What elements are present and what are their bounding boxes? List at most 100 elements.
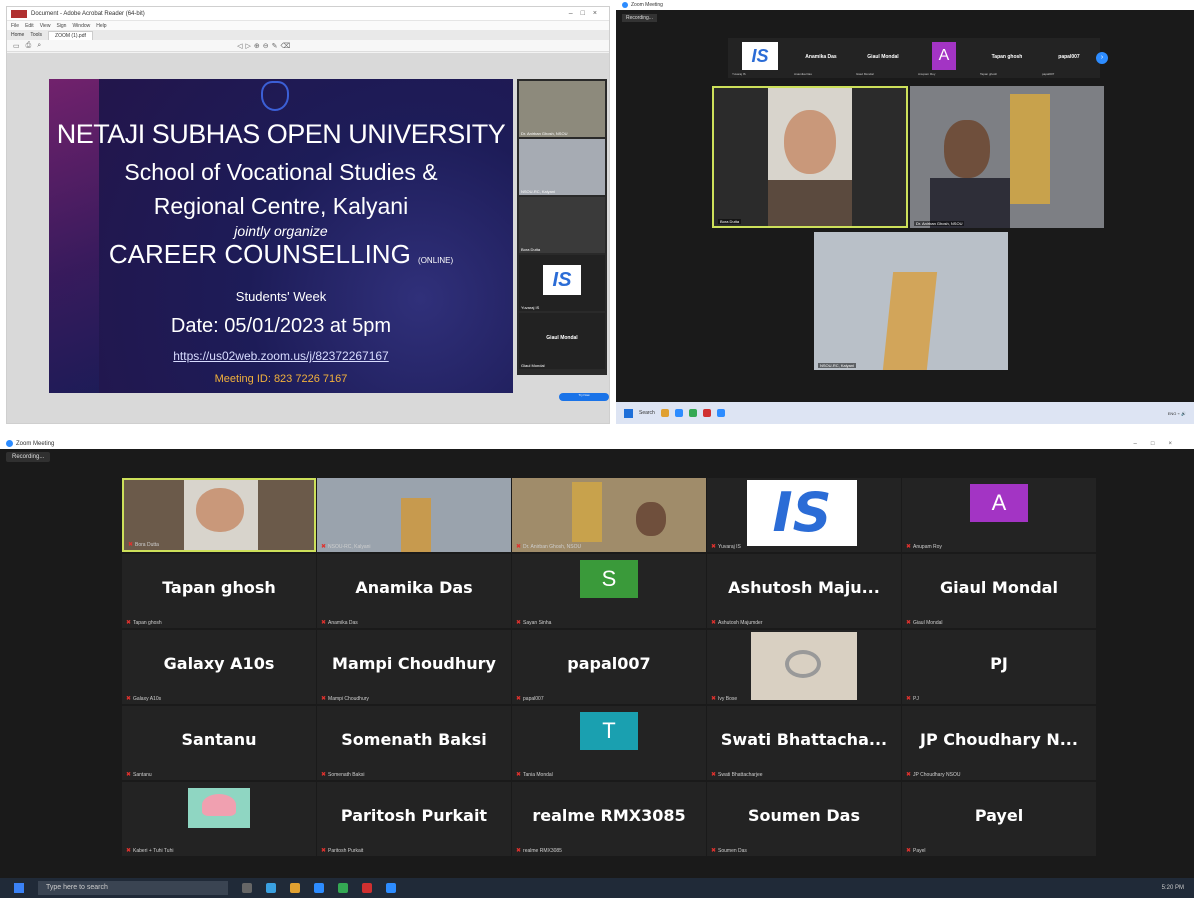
slide-line-centre: Regional Centre, Kalyani — [153, 193, 409, 219]
participant-name-label: ✖ papal007 — [516, 695, 544, 703]
participant-tile[interactable]: PJ ✖ PJ — [902, 630, 1096, 704]
participant-tile[interactable]: Ashutosh Maju... ✖ Ashutosh Majumder — [707, 554, 901, 628]
muted-mic-icon: ✖ — [321, 772, 327, 778]
tab-document[interactable]: ZOOM (1).pdf — [48, 30, 93, 40]
participant-tile[interactable]: A ✖ Anupam Roy — [902, 478, 1096, 552]
try-now-button[interactable]: Try Now — [559, 393, 609, 401]
participant-display-name: Tapan ghosh — [162, 578, 276, 597]
save-icon[interactable]: ▭ — [13, 42, 20, 50]
participant-tile[interactable]: Mampi Choudhury ✖ Mampi Choudhury — [317, 630, 511, 704]
participant-tile[interactable]: papal007 ✖ papal007 — [512, 630, 706, 704]
edge-browser-icon[interactable] — [674, 409, 683, 417]
strip-tile[interactable]: Tapan ghosh Tapan ghosh — [976, 38, 1038, 78]
navigation-tools-icon[interactable]: ◁▷⊕⊖✎⌫ — [237, 42, 293, 50]
participant-tile[interactable]: ✖ NSOU-RC, Kalyani — [317, 478, 511, 552]
menu-file[interactable]: File — [11, 23, 19, 29]
menu-view[interactable]: View — [40, 23, 51, 29]
participant-name-label: ✖ realme RMX3085 — [516, 847, 562, 855]
chrome-browser-icon[interactable] — [338, 883, 348, 893]
acrobat-app-icon[interactable] — [362, 883, 372, 893]
participant-name-text: Giaul Mondal — [913, 619, 943, 626]
participant-tile[interactable]: Anamika Das ✖ Anamika Das — [317, 554, 511, 628]
video-tile-active[interactable]: Bora Dutta — [712, 86, 908, 228]
zoom-small-titlebar: Zoom Meeting — [616, 0, 1194, 10]
recording-indicator[interactable]: Recording... — [6, 452, 51, 462]
taskbar-search[interactable]: Search — [639, 410, 655, 416]
edge-browser-icon[interactable] — [314, 883, 324, 893]
windows-taskbar: Type here to search 5:20 PM — [0, 878, 1194, 898]
participant-tile[interactable]: Tapan ghosh ✖ Tapan ghosh — [122, 554, 316, 628]
window-controls[interactable]: –□× — [1134, 441, 1186, 447]
side-video-tile[interactable]: IS Yuvaraj IS — [519, 255, 605, 311]
strip-tile[interactable]: Anamika Das Anamika Das — [790, 38, 852, 78]
participant-name-label: ✖ Mampi Choudhury — [321, 695, 369, 703]
zoom-app-icon[interactable] — [386, 883, 396, 893]
side-video-tile[interactable]: Giaul Mondal Giaul Mondal — [519, 313, 605, 369]
zoom-app-icon[interactable] — [716, 409, 725, 417]
participant-image — [188, 788, 250, 828]
windows-start-icon[interactable] — [624, 408, 633, 418]
slide-line-week: Students' Week — [235, 289, 327, 304]
file-explorer-icon[interactable] — [290, 883, 300, 893]
menu-window[interactable]: Window — [72, 23, 90, 29]
video-door — [1010, 94, 1050, 204]
tab-home[interactable]: Home — [11, 32, 24, 38]
menu-sign[interactable]: Sign — [56, 23, 66, 29]
video-tile[interactable]: NSOU-RC, Kalyani — [814, 232, 1008, 370]
side-video-tile[interactable]: Dr. Anirban Ghosh, NSOU — [519, 81, 605, 137]
participant-tile[interactable]: Galaxy A10s ✖ Galaxy A10s — [122, 630, 316, 704]
video-tile[interactable]: Dr. Anirban Ghosh, NSOU — [910, 86, 1104, 228]
participant-tile[interactable]: Payel ✖ Payel — [902, 782, 1096, 856]
search-icon[interactable]: ⌕ — [37, 42, 41, 50]
muted-mic-icon: ✖ — [516, 696, 522, 702]
participant-tile[interactable]: Santanu ✖ Santanu — [122, 706, 316, 780]
participant-tile[interactable]: Soumen Das ✖ Soumen Das — [707, 782, 901, 856]
strip-tile[interactable]: IS Yuvaraj IS — [728, 38, 790, 78]
participant-name-label: ✖ Payel — [906, 847, 926, 855]
participant-tile[interactable]: JP Choudhary N... ✖ JP Choudhary NSOU — [902, 706, 1096, 780]
print-icon[interactable]: ⎙ — [26, 42, 32, 50]
system-clock[interactable]: 5:20 PM — [1162, 885, 1184, 891]
person-face — [944, 120, 990, 178]
tab-tools[interactable]: Tools — [30, 32, 42, 38]
participant-name-text: Ashutosh Majumder — [718, 619, 763, 626]
participant-tile[interactable]: Paritosh Purkait ✖ Paritosh Purkait — [317, 782, 511, 856]
pdf-side-video-panel: Dr. Anirban Ghosh, NSOU NSOU-RC, Kalyani… — [517, 79, 607, 375]
menu-help[interactable]: Help — [96, 23, 106, 29]
window-controls[interactable]: –□× — [569, 10, 605, 17]
participant-tile[interactable]: Somenath Baksi ✖ Somenath Baksi — [317, 706, 511, 780]
participant-name-label: ✖ Dr. Anirban Ghosh, NSOU — [516, 543, 581, 551]
chrome-browser-icon[interactable] — [688, 409, 697, 417]
avatar: A — [970, 484, 1028, 522]
participant-tile[interactable]: Giaul Mondal ✖ Giaul Mondal — [902, 554, 1096, 628]
app-icon[interactable] — [702, 409, 711, 417]
participant-tile[interactable]: ✖ Ivy Bose — [707, 630, 901, 704]
participant-tile[interactable]: ✖ Bora Dutta — [122, 478, 316, 552]
participant-tile[interactable]: T ✖ Tania Mondal — [512, 706, 706, 780]
widgets-icon[interactable] — [266, 883, 276, 893]
menu-edit[interactable]: Edit — [25, 23, 34, 29]
side-video-tile[interactable]: Bora Dutta — [519, 197, 605, 253]
participant-name-text: Yuvaraj IS — [718, 543, 741, 550]
recording-indicator[interactable]: Recording... — [622, 14, 657, 22]
participant-tile[interactable]: ✖ Dr. Anirban Ghosh, NSOU — [512, 478, 706, 552]
participant-tile[interactable]: ✖ Kaberi + Tuhi Tuhi — [122, 782, 316, 856]
strip-tile-name: Anamika Das — [805, 54, 837, 60]
participant-tile[interactable]: Swati Bhattacha... ✖ Swati Bhattacharjee — [707, 706, 901, 780]
participant-tile[interactable]: realme RMX3085 ✖ realme RMX3085 — [512, 782, 706, 856]
side-video-tile[interactable]: NSOU-RC, Kalyani — [519, 139, 605, 195]
slide-meeting-link[interactable]: https://us02web.zoom.us/j/82372267167 — [49, 349, 513, 363]
task-view-icon[interactable] — [242, 883, 252, 893]
strip-tile[interactable]: A Anupam Roy — [914, 38, 976, 78]
strip-tile[interactable]: papal007 papal007 — [1038, 38, 1100, 78]
system-tray[interactable]: ENG ⌁ 🔊 — [1168, 411, 1186, 416]
file-explorer-icon[interactable] — [660, 409, 669, 417]
next-page-arrow-icon[interactable]: › — [1096, 52, 1108, 64]
muted-mic-icon: ✖ — [516, 544, 522, 550]
windows-start-icon[interactable] — [14, 883, 24, 893]
strip-tile[interactable]: Giaul Mondal Giaul Mondal — [852, 38, 914, 78]
participant-tile[interactable]: S ✖ Sayan Sinha — [512, 554, 706, 628]
muted-mic-icon: ✖ — [906, 772, 912, 778]
taskbar-search-box[interactable]: Type here to search — [38, 881, 228, 895]
participant-tile[interactable]: IS ✖ Yuvaraj IS — [707, 478, 901, 552]
